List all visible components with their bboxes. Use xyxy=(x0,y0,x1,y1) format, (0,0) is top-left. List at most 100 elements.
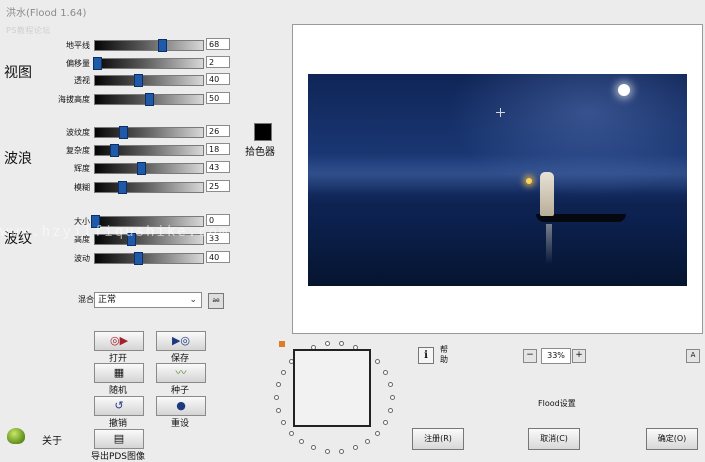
undulation-slider[interactable] xyxy=(94,252,204,265)
horizon-input[interactable]: 68 xyxy=(206,38,230,50)
param-label-offset: 偏移量 xyxy=(66,59,90,68)
height-slider[interactable] xyxy=(94,233,204,246)
watermark-text: PS教程论坛 xyxy=(6,26,51,35)
water xyxy=(308,212,687,286)
param-label-brightness: 辉度 xyxy=(74,164,90,173)
ring-dot[interactable] xyxy=(280,420,286,426)
ring-dot[interactable] xyxy=(383,420,389,426)
random-button[interactable]: ▦ xyxy=(94,363,144,383)
param-label-height: 高度 xyxy=(74,235,90,244)
ring-dot[interactable] xyxy=(375,430,381,436)
blur-slider[interactable] xyxy=(94,181,204,194)
slider-thumb[interactable] xyxy=(134,74,144,87)
undo-icon: ↺ xyxy=(114,399,124,412)
altitude-slider[interactable] xyxy=(94,93,204,106)
seed-button[interactable]: 〰 xyxy=(156,363,206,383)
waviness-input[interactable]: 26 xyxy=(206,125,230,137)
brightness-slider[interactable] xyxy=(94,162,204,175)
open-icon: ◎▶ xyxy=(109,334,129,347)
waviness-slider[interactable] xyxy=(94,126,204,139)
ring-dot[interactable] xyxy=(325,341,330,347)
perspective-input[interactable]: 40 xyxy=(206,73,230,85)
preview-canvas[interactable] xyxy=(292,24,703,334)
ring-dot[interactable] xyxy=(364,439,370,445)
slider-thumb[interactable] xyxy=(91,215,100,228)
wave-preview[interactable] xyxy=(293,349,371,427)
param-label-size: 大小 xyxy=(74,217,90,226)
ring-dot[interactable] xyxy=(280,369,286,375)
blend-side-button[interactable]: ae xyxy=(208,293,224,309)
section-view-label: 视图 xyxy=(4,65,32,81)
color-picker-label: 拾色器 xyxy=(245,147,275,158)
blur-input[interactable]: 25 xyxy=(206,180,230,192)
slider-thumb[interactable] xyxy=(110,144,120,157)
param-label-complexity: 复杂度 xyxy=(66,146,90,155)
ring-dot[interactable] xyxy=(275,382,281,388)
ring-dot[interactable] xyxy=(390,395,395,400)
figure xyxy=(540,172,554,216)
ring-dot[interactable] xyxy=(275,407,281,413)
param-label-perspective: 透视 xyxy=(74,76,90,85)
ring-dot[interactable] xyxy=(325,448,330,454)
size-slider[interactable] xyxy=(91,215,204,228)
complexity-slider[interactable] xyxy=(94,144,204,157)
color-swatch[interactable] xyxy=(254,123,272,141)
blend-label: 混合 xyxy=(78,295,94,304)
reset-button[interactable]: ● xyxy=(156,396,206,416)
complexity-input[interactable]: 18 xyxy=(206,143,230,155)
register-button[interactable]: 注册(R) xyxy=(412,428,464,450)
offset-input[interactable]: 2 xyxy=(206,56,230,68)
brightness-input[interactable]: 43 xyxy=(206,161,230,173)
preview-image[interactable] xyxy=(308,74,687,286)
section-ripple-label: 波纹 xyxy=(4,231,32,247)
slider-thumb[interactable] xyxy=(126,233,136,246)
slider-thumb[interactable] xyxy=(119,126,129,139)
height-input[interactable]: 33 xyxy=(206,232,230,244)
slider-thumb[interactable] xyxy=(157,39,167,52)
cancel-button[interactable]: 取消(C) xyxy=(528,428,580,450)
slider-thumb[interactable] xyxy=(137,162,147,175)
info-icon[interactable]: i xyxy=(418,347,434,364)
size-input[interactable]: 0 xyxy=(206,214,230,226)
slider-thumb[interactable] xyxy=(118,181,127,194)
ok-button[interactable]: 确定(O) xyxy=(646,428,698,450)
zoom-in-button[interactable]: + xyxy=(572,349,586,363)
help-label: 帮助 xyxy=(440,345,448,364)
ring-dot[interactable] xyxy=(388,382,394,388)
section-wave-label: 波浪 xyxy=(4,151,32,167)
blend-select[interactable]: 正常 ⌄ xyxy=(94,292,202,308)
undo-button[interactable]: ↺ xyxy=(94,396,144,416)
blend-value: 正常 xyxy=(98,295,117,305)
ring-dot[interactable] xyxy=(352,445,358,451)
slider-thumb[interactable] xyxy=(145,93,154,106)
zoom-out-button[interactable]: − xyxy=(523,349,537,363)
reset-label: 重设 xyxy=(170,419,189,429)
undulation-input[interactable]: 40 xyxy=(206,251,230,263)
ring-dot[interactable] xyxy=(299,439,305,445)
perspective-slider[interactable] xyxy=(94,74,204,87)
ring-dot[interactable] xyxy=(338,448,344,454)
export-button[interactable]: ▤ xyxy=(94,429,144,449)
open-button[interactable]: ◎▶ xyxy=(94,331,144,351)
ring-dot[interactable] xyxy=(288,430,294,436)
param-label-altitude: 海拔高度 xyxy=(58,95,90,104)
ring-dot[interactable] xyxy=(311,445,317,451)
ring-dot[interactable] xyxy=(274,395,279,400)
horizon-slider[interactable] xyxy=(94,39,204,52)
export-label: 导出PDS图像 xyxy=(90,452,146,462)
slider-thumb[interactable] xyxy=(134,252,144,265)
offset-slider[interactable] xyxy=(93,57,204,70)
ring-dot[interactable] xyxy=(383,369,389,375)
ring-dot[interactable] xyxy=(388,407,394,413)
save-icon: ▶◎ xyxy=(171,334,191,347)
ring-dot[interactable] xyxy=(375,359,381,365)
ring-dot[interactable] xyxy=(338,341,344,347)
corner-button[interactable]: A xyxy=(686,349,700,363)
about-label[interactable]: 关于 xyxy=(42,432,62,447)
altitude-input[interactable]: 50 xyxy=(206,92,230,104)
undo-label: 撤销 xyxy=(108,419,127,429)
param-label-undulation: 波动 xyxy=(74,254,90,263)
slider-thumb[interactable] xyxy=(93,57,103,70)
save-button[interactable]: ▶◎ xyxy=(156,331,206,351)
about-icon[interactable] xyxy=(7,428,25,444)
